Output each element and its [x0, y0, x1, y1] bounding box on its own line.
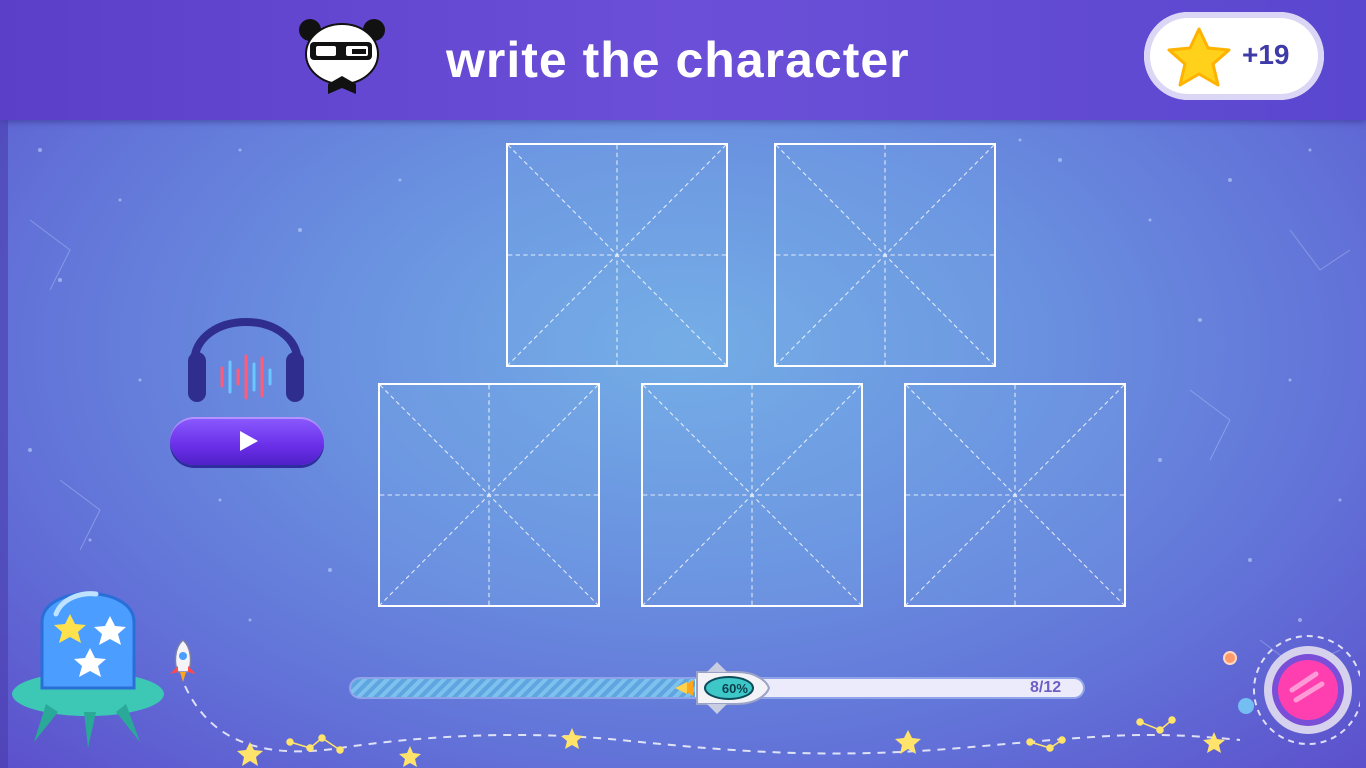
progress-bar-fill: [351, 679, 696, 697]
score-badge: +19: [1144, 12, 1324, 100]
writing-grid-box-3[interactable]: [378, 383, 600, 607]
play-audio-button[interactable]: [170, 417, 324, 465]
writing-grid-box-1[interactable]: [506, 143, 728, 367]
writing-grid-box-2[interactable]: [774, 143, 996, 367]
progress-count: 8/12: [1030, 679, 1062, 696]
writing-grid-box-5[interactable]: [904, 383, 1126, 607]
ufo-character-icon: [12, 591, 164, 748]
star-icon: [1167, 27, 1231, 87]
panda-mascot-logo: [299, 19, 385, 94]
progress-percent-label: 60%: [721, 681, 748, 696]
writing-grid-box-4[interactable]: [641, 383, 863, 607]
mini-rocket-icon: [170, 638, 196, 682]
headphones-icon: [188, 318, 304, 402]
page-title: write the character: [446, 32, 910, 88]
portal-next-button[interactable]: [1220, 628, 1360, 758]
score-value: +19: [1242, 39, 1290, 70]
play-icon: [240, 431, 258, 451]
